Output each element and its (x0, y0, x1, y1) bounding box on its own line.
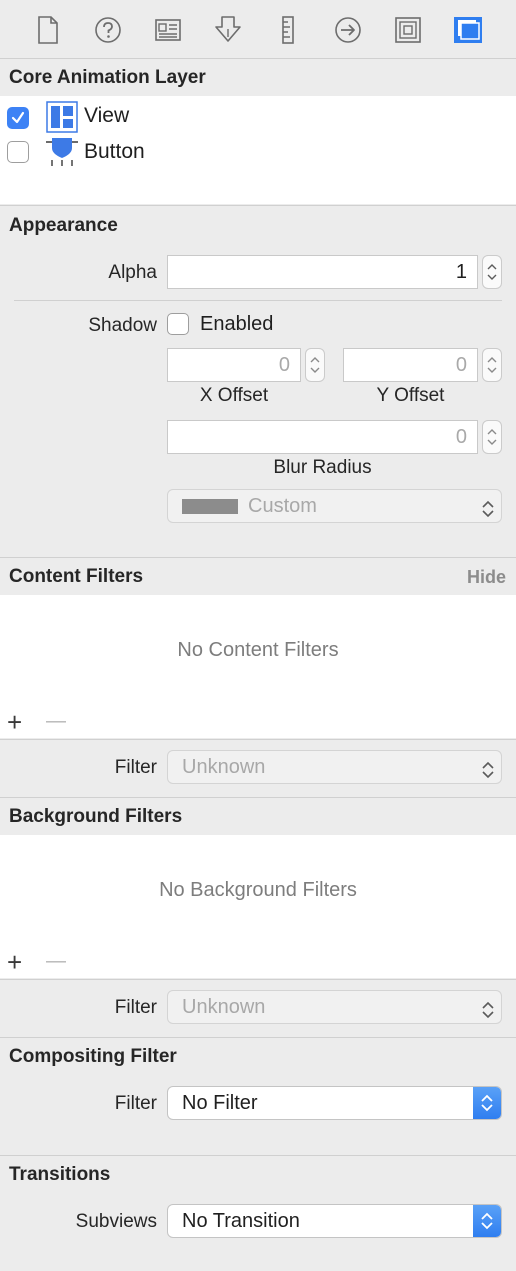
transitions-section: Transitions Subviews No Transition (0, 1155, 516, 1271)
help-icon[interactable] (92, 14, 124, 46)
background-filter-label: Filter (114, 997, 157, 1018)
alpha-label: Alpha (108, 262, 157, 283)
subviews-label: Subviews (75, 1211, 157, 1232)
content-filter-popup[interactable]: Unknown (167, 750, 502, 784)
background-filter-value: Unknown (182, 996, 266, 1018)
layer-label: Button (84, 140, 145, 163)
core-animation-header: Core Animation Layer (0, 58, 516, 98)
shadow-color-value: Custom (248, 495, 317, 517)
blur-radius-caption: Blur Radius (273, 457, 372, 478)
content-filters-empty: No Content Filters (177, 639, 339, 661)
transitions-title: Transitions (9, 1164, 111, 1185)
x-offset-stepper[interactable] (305, 348, 325, 382)
content-filter-label: Filter (114, 757, 157, 778)
content-filter-value: Unknown (182, 756, 266, 778)
background-filter-popup[interactable]: Unknown (167, 990, 502, 1024)
connections-icon[interactable] (332, 14, 364, 46)
size-ruler-icon[interactable] (272, 14, 304, 46)
x-offset-field[interactable]: 0 (167, 348, 301, 382)
shadow-label: Shadow (88, 315, 157, 336)
chevron-updown-icon (481, 497, 495, 529)
shadow-enabled-label: Enabled (200, 313, 274, 335)
y-offset-caption: Y Offset (376, 385, 445, 406)
compositing-filter-label: Filter (114, 1093, 157, 1114)
content-filters-list: No Content Filters + — (0, 595, 516, 738)
shadow-color-popup[interactable]: Custom (167, 489, 502, 523)
appearance-divider (14, 300, 502, 301)
subviews-transition-popup[interactable]: No Transition (167, 1204, 502, 1238)
y-offset-field[interactable]: 0 (343, 348, 478, 382)
view-effects-icon[interactable] (452, 14, 484, 46)
background-filters-empty: No Background Filters (159, 879, 357, 901)
compositing-filter-value: No Filter (182, 1092, 258, 1114)
add-background-filter-button[interactable]: + (7, 949, 22, 975)
inspector-toolbar (0, 0, 516, 59)
chevron-updown-icon (473, 1087, 501, 1119)
add-content-filter-button[interactable]: + (7, 709, 22, 735)
view-icon (46, 101, 78, 138)
file-icon[interactable] (32, 14, 64, 46)
background-filters-header: Background Filters (0, 797, 516, 837)
layer-label: View (84, 104, 130, 127)
background-filter-row: Filter Unknown (0, 979, 516, 1038)
content-filters-title: Content Filters (9, 566, 144, 587)
core-animation-title: Core Animation Layer (9, 67, 206, 88)
layer-row-view[interactable]: View (0, 100, 516, 134)
appearance-header: Appearance (0, 205, 516, 245)
blur-radius-stepper[interactable] (482, 420, 502, 454)
content-filters-hide-button[interactable]: Hide (467, 567, 506, 588)
layer-list: View Button (0, 96, 516, 204)
compositing-filter-section: Compositing Filter Filter No Filter (0, 1037, 516, 1156)
blur-radius-field[interactable]: 0 (167, 420, 478, 454)
shadow-enabled-checkbox[interactable] (167, 313, 189, 335)
remove-background-filter-button[interactable]: — (46, 948, 66, 974)
attributes-icon[interactable] (212, 14, 244, 46)
y-offset-stepper[interactable] (482, 348, 502, 382)
content-filter-row: Filter Unknown (0, 739, 516, 798)
layer-row-button[interactable]: Button (0, 136, 516, 170)
alpha-stepper[interactable] (482, 255, 502, 289)
chevron-updown-icon (481, 998, 495, 1030)
background-filters-title: Background Filters (9, 806, 183, 827)
compositing-filter-title: Compositing Filter (9, 1046, 177, 1067)
color-swatch (182, 499, 238, 514)
subviews-transition-value: No Transition (182, 1210, 300, 1232)
button-layer-checkbox[interactable] (7, 141, 29, 163)
compositing-filter-popup[interactable]: No Filter (167, 1086, 502, 1120)
chevron-updown-icon (481, 758, 495, 790)
identity-icon[interactable] (152, 14, 184, 46)
background-filters-list: No Background Filters + — (0, 835, 516, 978)
bindings-icon[interactable] (392, 14, 424, 46)
content-filters-header: Content Filters Hide (0, 557, 516, 597)
button-icon (44, 136, 80, 173)
appearance-panel: Alpha 1 Shadow Enabled 0 X Offset 0 Y Of… (0, 243, 516, 556)
x-offset-caption: X Offset (199, 385, 269, 406)
alpha-field[interactable]: 1 (167, 255, 478, 289)
view-layer-checkbox[interactable] (7, 107, 29, 129)
remove-content-filter-button[interactable]: — (46, 708, 66, 734)
appearance-title: Appearance (9, 215, 118, 236)
chevron-updown-icon (473, 1205, 501, 1237)
